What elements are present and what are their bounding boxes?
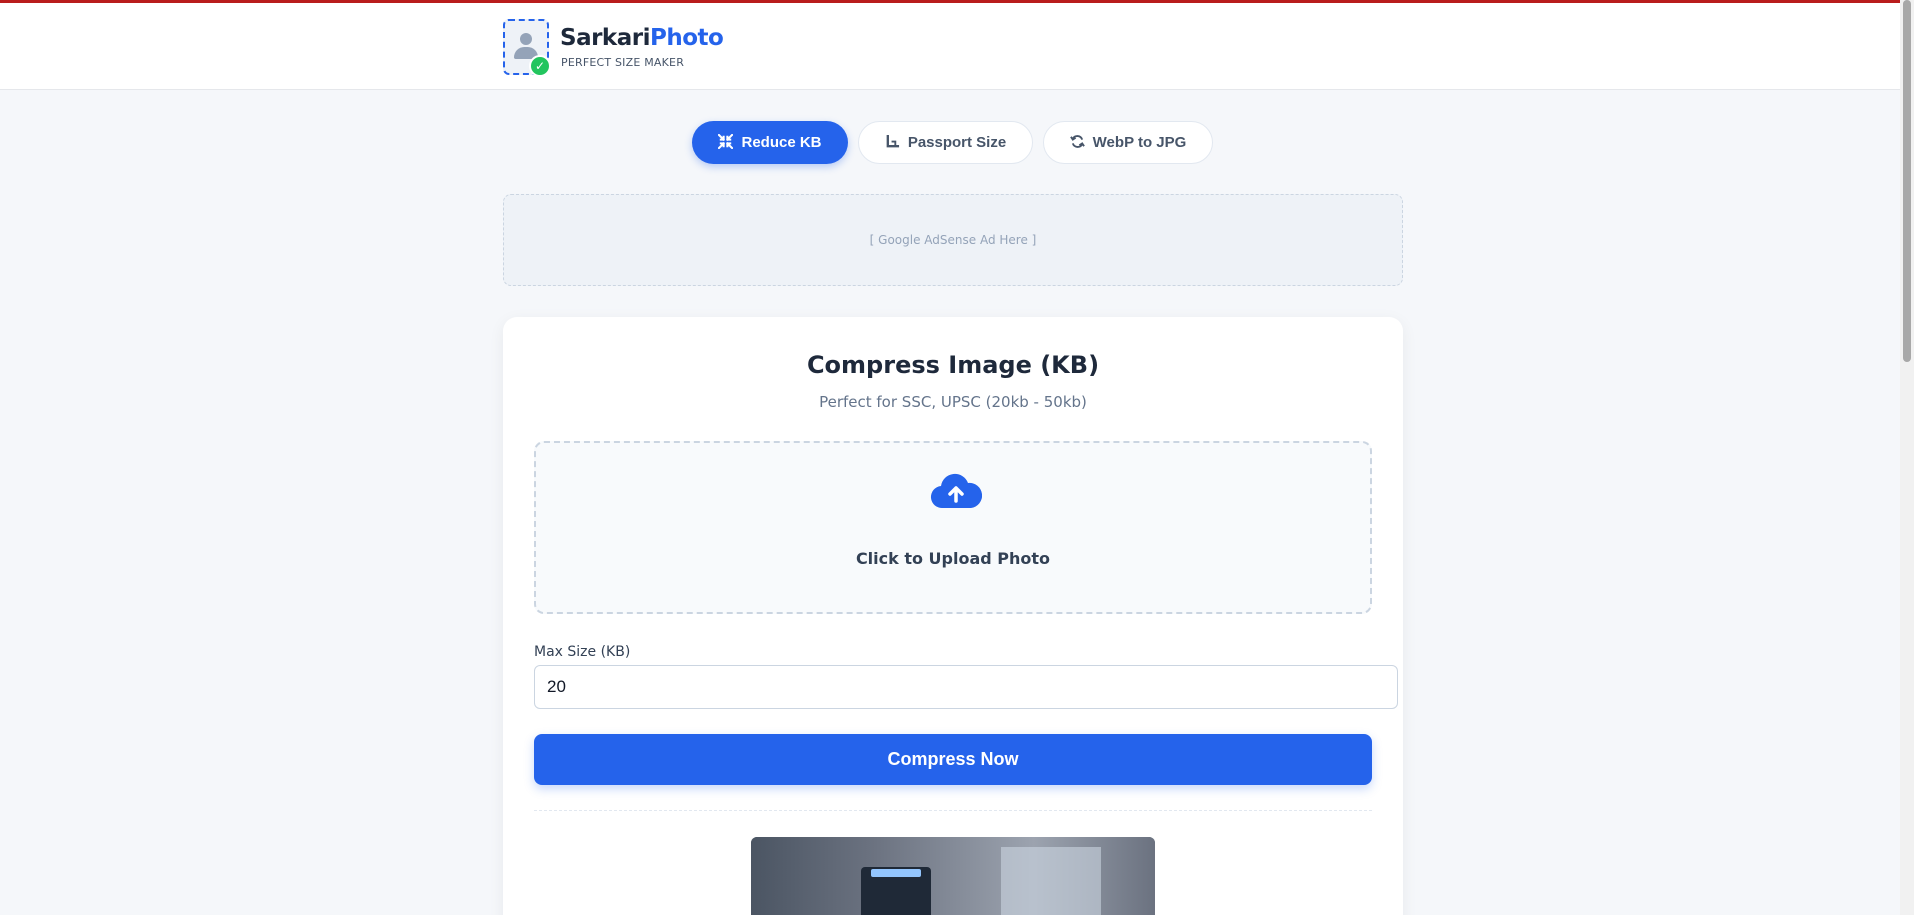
tool-tabs: Reduce KB Passport Size WebP to JPG [0,121,1914,164]
upload-label: Click to Upload Photo [855,549,1051,568]
tab-webp-to-jpg[interactable]: WebP to JPG [1043,121,1213,164]
brand-name-part2: Photo [649,25,724,51]
tab-reduce-kb-label: Reduce KB [741,134,822,151]
scrollbar-thumb[interactable] [1903,0,1911,362]
logo-icon[interactable]: ✓ [503,19,551,77]
page-scrollbar[interactable] [1900,0,1914,915]
person-icon-head [520,33,532,45]
brand-name-part1: Sarkari [560,25,650,51]
check-badge-icon: ✓ [529,55,551,77]
sync-icon [1069,134,1085,152]
brand-tagline: PERFECT SIZE MAKER [561,56,685,69]
site-header: ✓ SarkariPhoto PERFECT SIZE MAKER [0,3,1900,90]
ad-placeholder-text: [ Google AdSense Ad Here ] [869,233,1037,247]
compress-now-button[interactable]: Compress Now [534,734,1372,785]
preview-photo-window [1001,847,1101,915]
tab-webp-to-jpg-label: WebP to JPG [1092,134,1187,151]
crop-icon [885,134,900,152]
divider [534,810,1372,811]
cloud-upload-icon [930,473,982,509]
card-subtitle: Perfect for SSC, UPSC (20kb - 50kb) [819,393,1087,411]
tab-reduce-kb[interactable]: Reduce KB [692,121,848,164]
max-size-label: Max Size (KB) [534,644,631,660]
max-size-input[interactable] [534,665,1398,709]
tab-passport-size-label: Passport Size [907,134,1007,151]
ad-placeholder[interactable]: [ Google AdSense Ad Here ] [503,194,1403,286]
tab-passport-size[interactable]: Passport Size [858,121,1033,164]
image-preview [751,837,1155,915]
compress-icon [717,132,735,152]
brand-name[interactable]: SarkariPhoto [560,25,724,51]
upload-dropzone[interactable]: Click to Upload Photo [534,441,1372,614]
preview-photo-light [871,869,921,877]
card-title: Compress Image (KB) [806,351,1100,379]
compress-card: Compress Image (KB) Perfect for SSC, UPS… [503,317,1403,915]
